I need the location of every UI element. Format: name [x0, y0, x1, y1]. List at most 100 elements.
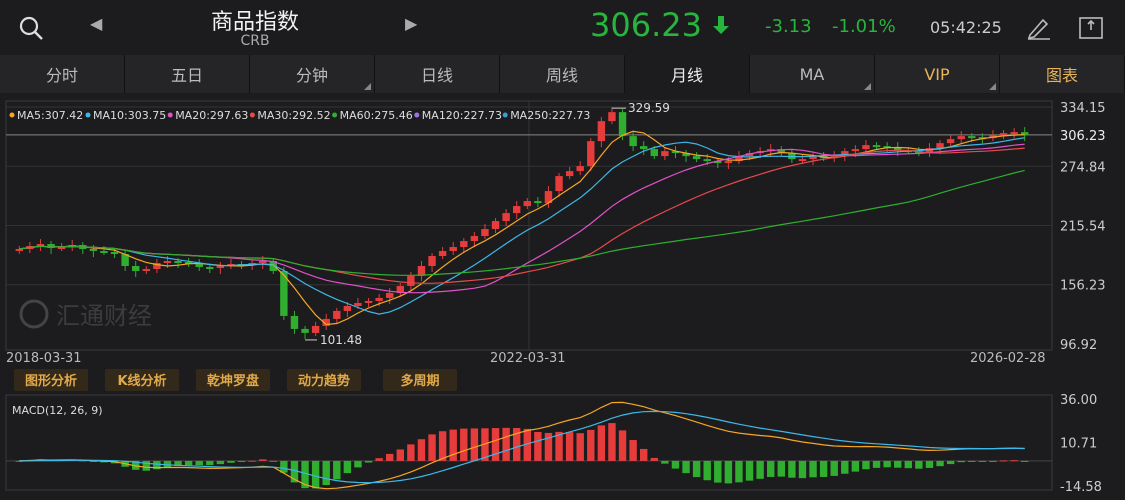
macd-bar	[428, 434, 436, 461]
candle-body	[798, 159, 807, 162]
macd-bar	[819, 460, 828, 477]
ma-legend-dot	[167, 112, 173, 118]
macd-bar	[936, 460, 944, 467]
candle-body	[386, 292, 394, 298]
candle-body	[576, 166, 584, 172]
macd-bar	[724, 460, 733, 484]
tab-label: 分钟	[295, 66, 328, 85]
macd-bar	[407, 444, 415, 461]
analysis-button-label: K线分析	[117, 373, 166, 389]
dropdown-corner-icon	[864, 83, 871, 90]
ma-legend-dot	[249, 112, 255, 118]
tab-5[interactable]: 月线	[625, 55, 750, 93]
macd-bar	[597, 425, 606, 461]
price-change: -3.13	[765, 16, 812, 37]
candle-body	[174, 261, 182, 264]
tab-0[interactable]: 分时	[0, 55, 125, 93]
next-arrow-icon[interactable]: ▶	[405, 14, 417, 33]
candle-body	[629, 136, 637, 147]
macd-bar	[587, 429, 595, 461]
macd-bar	[788, 460, 796, 478]
tab-2[interactable]: 分钟	[250, 55, 375, 93]
candle-body	[608, 112, 616, 122]
macd-bar	[502, 427, 510, 461]
candle-body	[195, 263, 203, 267]
macd-bar	[417, 439, 426, 461]
macd-bar	[1021, 460, 1029, 462]
candle-body	[206, 266, 214, 269]
date-axis-label: 2018-03-31	[6, 351, 82, 366]
candle-body	[968, 136, 976, 139]
tab-label: 周线	[545, 66, 578, 85]
macd-bar	[915, 460, 923, 469]
tab-7[interactable]: VIP	[875, 55, 1000, 93]
macd-bar	[618, 430, 627, 461]
date-axis-label: 2022-03-31	[490, 351, 566, 366]
macd-bar	[904, 460, 912, 469]
ma-legend-label: MA250:227.73	[510, 109, 590, 122]
high-label: 329.59	[628, 101, 670, 115]
macd-bar	[269, 460, 277, 462]
macd-bar	[375, 458, 383, 461]
analysis-button-3[interactable]: 动力趋势	[287, 369, 361, 391]
macd-bar	[184, 460, 193, 466]
kline-chart[interactable]: 汇通财经 334.15 306.23 274.84 215.54 156.23 96.92 M…	[0, 93, 1125, 500]
macd-bar	[777, 460, 785, 477]
macd-bar	[989, 460, 997, 462]
candle-body	[534, 201, 542, 204]
tab-label: 图表	[1045, 66, 1078, 85]
candle-body	[872, 145, 881, 148]
candle-body	[301, 328, 309, 333]
tab-label: MA	[799, 64, 825, 84]
share-icon[interactable]	[1076, 14, 1106, 42]
prev-arrow-icon[interactable]: ◀	[90, 14, 102, 33]
search-icon[interactable]	[18, 15, 44, 41]
candle-body	[946, 139, 955, 144]
macd-bar	[851, 460, 860, 472]
ma-legend-dot	[414, 112, 420, 118]
macd-bar	[894, 460, 902, 468]
macd-bar	[714, 460, 722, 483]
candle-body	[259, 261, 267, 264]
analysis-button-label: 图形分析	[25, 373, 77, 389]
current-price: 306.23	[590, 6, 702, 44]
macd-bar	[237, 460, 246, 462]
tab-1[interactable]: 五日	[125, 55, 250, 93]
ma-legend-label: MA120:227.73	[422, 109, 502, 122]
macd-bar	[756, 460, 764, 479]
candle-body	[1010, 132, 1018, 135]
macd-axis-label: 36.00	[1060, 393, 1097, 408]
low-label: 101.48	[320, 333, 362, 347]
ma-legend-label: MA5:307.42	[17, 109, 83, 122]
candle-body	[428, 256, 436, 266]
macd-bar	[460, 428, 468, 461]
macd-bar	[396, 449, 404, 461]
price-axis-label: 306.23	[1060, 129, 1106, 144]
candle-body	[597, 121, 606, 142]
macd-bar	[830, 460, 838, 476]
watermark: 汇通财经	[56, 302, 152, 330]
macd-bar	[449, 429, 457, 461]
candle-body	[565, 171, 574, 177]
tab-6[interactable]: MA	[750, 55, 875, 93]
tab-8[interactable]: 图表	[1000, 55, 1125, 93]
analysis-button-4[interactable]: 多周期	[383, 369, 457, 391]
analysis-button-1[interactable]: K线分析	[105, 369, 179, 391]
candle-body	[132, 265, 140, 271]
candle-body	[587, 141, 595, 167]
tab-label: 五日	[170, 66, 203, 85]
candle-body	[343, 305, 352, 311]
candle-body	[851, 149, 860, 152]
macd-bar	[333, 460, 341, 480]
tab-3[interactable]: 日线	[375, 55, 500, 93]
macd-bar	[354, 460, 362, 468]
macd-bar	[470, 428, 479, 461]
pen-icon[interactable]	[1025, 15, 1053, 41]
macd-bar	[227, 460, 235, 463]
candle-body	[618, 112, 627, 137]
tab-4[interactable]: 周线	[500, 55, 625, 93]
tab-label: 分时	[45, 66, 78, 85]
analysis-button-2[interactable]: 乾坤罗盘	[196, 369, 270, 391]
analysis-button-0[interactable]: 图形分析	[14, 369, 88, 391]
tab-label: VIP	[924, 64, 950, 84]
